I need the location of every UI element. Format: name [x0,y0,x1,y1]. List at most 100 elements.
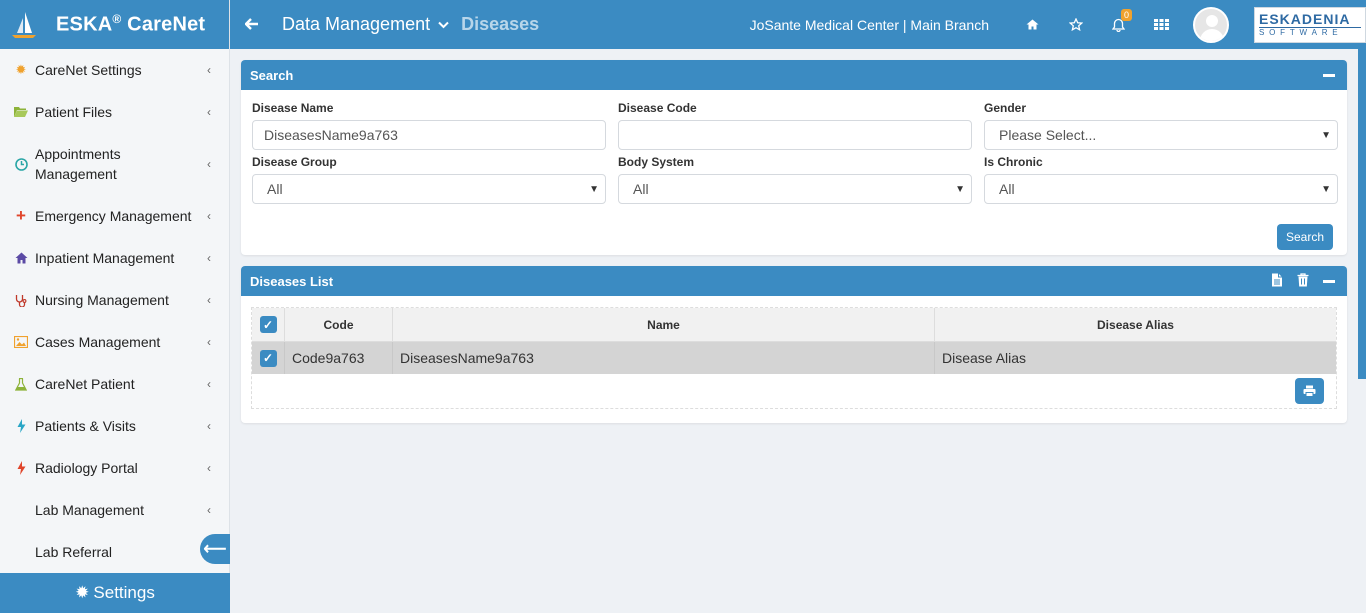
brand-name: ESKA® CareNet [56,12,206,36]
diseases-list-panel: Diseases List ✓ Code Name Disease Alias … [241,266,1347,423]
home-icon [14,251,28,265]
user-avatar[interactable] [1193,6,1229,43]
sidebar-item-nursing[interactable]: Nursing Management ‹ [0,279,229,321]
sidebar-item-appointments[interactable]: Appointments Management ‹ [0,133,229,195]
sidebar-item-lab-referral[interactable]: Lab Referral [0,531,229,573]
row-checkbox[interactable]: ✓ [252,342,285,374]
back-arrow-icon[interactable] [230,14,274,35]
select-caret-icon: ▼ [1321,129,1331,141]
chevron-left-icon: ‹ [207,251,211,265]
column-header-name[interactable]: Name [393,308,935,341]
cell-name: DiseasesName9a763 [393,342,935,374]
sidebar-item-patient-files[interactable]: Patient Files ‹ [0,91,229,133]
disease-name-input[interactable]: DiseasesName9a763 [252,120,606,150]
logo-line-2: SOFTWARE [1259,27,1361,38]
eskadenia-logo: ESKADENIA SOFTWARE [1254,6,1366,43]
sidebar-item-label: Lab Referral [35,544,113,560]
top-header: Data Management Diseases JoSante Medical… [230,0,1366,49]
sidebar-item-label: Lab Management [35,502,144,518]
search-form: Disease Name DiseasesName9a763 Disease C… [252,100,1338,208]
disease-code-label: Disease Code [618,101,697,115]
disease-code-field: Disease Code [618,100,972,154]
sidebar-item-label: Radiology Portal [35,460,138,476]
star-icon[interactable] [1054,18,1097,31]
breadcrumb-current-page: Diseases [461,14,540,34]
cell-alias: Disease Alias [942,350,1027,366]
folder-open-icon [14,105,28,119]
chevron-left-icon: ‹ [207,63,211,77]
bolt-icon [14,419,28,433]
disease-code-input[interactable] [618,120,972,150]
chevron-left-icon: ‹ [207,157,211,171]
select-all-checkbox[interactable]: ✓ [252,308,285,341]
chevron-left-icon: ‹ [207,335,211,349]
brand-header[interactable]: ESKA® CareNet [0,0,229,49]
gender-field: Gender Please Select... ▼ [984,100,1338,154]
apps-grid-icon[interactable] [1140,19,1183,30]
diseases-list-title: Diseases List [250,273,334,289]
home-icon[interactable] [1011,19,1054,30]
branch-name[interactable]: JoSante Medical Center | Main Branch [750,17,989,33]
search-panel-title: Search [250,67,294,83]
chevron-left-icon: ‹ [207,293,211,307]
sidebar-item-label: CareNet Patient [35,376,135,392]
sidebar-item-label: Cases Management [35,334,161,350]
table-row[interactable]: ✓ Code9a763 DiseasesName9a763 Disease Al… [252,342,1336,374]
image-icon [14,335,28,349]
print-button[interactable] [1295,378,1324,404]
notification-badge: 0 [1121,8,1133,21]
chevron-left-icon: ‹ [207,419,211,433]
body-system-label: Body System [618,155,695,169]
diseases-list-header: Diseases List [241,266,1347,296]
sidebar-item-carenet-settings[interactable]: ✹ CareNet Settings ‹ [0,49,229,91]
select-caret-icon: ▼ [1321,183,1331,195]
collapse-minus-icon[interactable] [1323,279,1335,283]
column-header-alias[interactable]: Disease Alias [935,308,1336,341]
column-header-code[interactable]: Code [285,308,393,341]
diseases-table: ✓ Code Name Disease Alias ✓ Code9a763 Di… [251,307,1337,409]
sidebar-item-patients-visits[interactable]: Patients & Visits ‹ [0,405,229,447]
plus-icon: + [16,206,26,225]
search-panel-header: Search [241,60,1347,90]
is-chronic-field: Is Chronic All ▼ [984,154,1338,208]
sidebar-item-label: Appointments Management [35,146,121,182]
trash-icon[interactable] [1297,272,1309,290]
document-export-icon[interactable] [1271,273,1283,290]
sidebar-item-carenet-patient[interactable]: CareNet Patient ‹ [0,363,229,405]
gender-label: Gender [984,101,1027,115]
bell-icon[interactable]: 0 [1097,8,1140,32]
is-chronic-label: Is Chronic [984,155,1043,169]
breadcrumb-data-management[interactable]: Data Management [282,14,430,35]
sidebar: ESKA® CareNet ✹ CareNet Settings ‹ Patie… [0,0,230,613]
chevron-down-icon[interactable] [438,18,449,32]
gender-select[interactable]: Please Select... ▼ [984,120,1338,150]
cell-code: Code9a763 [285,342,393,374]
table-header-row: ✓ Code Name Disease Alias [252,308,1336,342]
collapse-minus-icon[interactable] [1323,73,1335,77]
disease-group-label: Disease Group [252,155,337,169]
sidebar-item-cases[interactable]: Cases Management ‹ [0,321,229,363]
disease-group-select[interactable]: All ▼ [252,174,606,204]
sailboat-logo-icon [8,9,40,41]
settings-button[interactable]: ✹ Settings [0,573,230,613]
chevron-left-icon: ‹ [207,105,211,119]
sidebar-nav: ✹ CareNet Settings ‹ Patient Files ‹ App… [0,49,229,573]
gear-icon: ✹ [75,583,90,602]
search-button[interactable]: Search [1277,224,1333,250]
check-icon: ✓ [259,316,277,333]
sidebar-item-emergency[interactable]: + Emergency Management ‹ [0,195,229,237]
collapse-sidebar-button[interactable]: ⟵ [200,534,230,564]
sidebar-item-label: CareNet Settings [35,62,142,78]
sidebar-item-radiology[interactable]: Radiology Portal ‹ [0,447,229,489]
body-system-select[interactable]: All ▼ [618,174,972,204]
sidebar-item-lab-management[interactable]: Lab Management ‹ [0,489,229,531]
logo-line-1: ESKADENIA [1259,11,1351,27]
disease-name-label: Disease Name [252,101,334,115]
sidebar-item-inpatient[interactable]: Inpatient Management ‹ [0,237,229,279]
is-chronic-select[interactable]: All ▼ [984,174,1338,204]
page-scrollbar[interactable] [1358,49,1366,379]
clock-icon [14,157,28,171]
table-footer [252,374,1336,408]
chevron-left-icon: ‹ [207,377,211,391]
select-caret-icon: ▼ [589,183,599,195]
